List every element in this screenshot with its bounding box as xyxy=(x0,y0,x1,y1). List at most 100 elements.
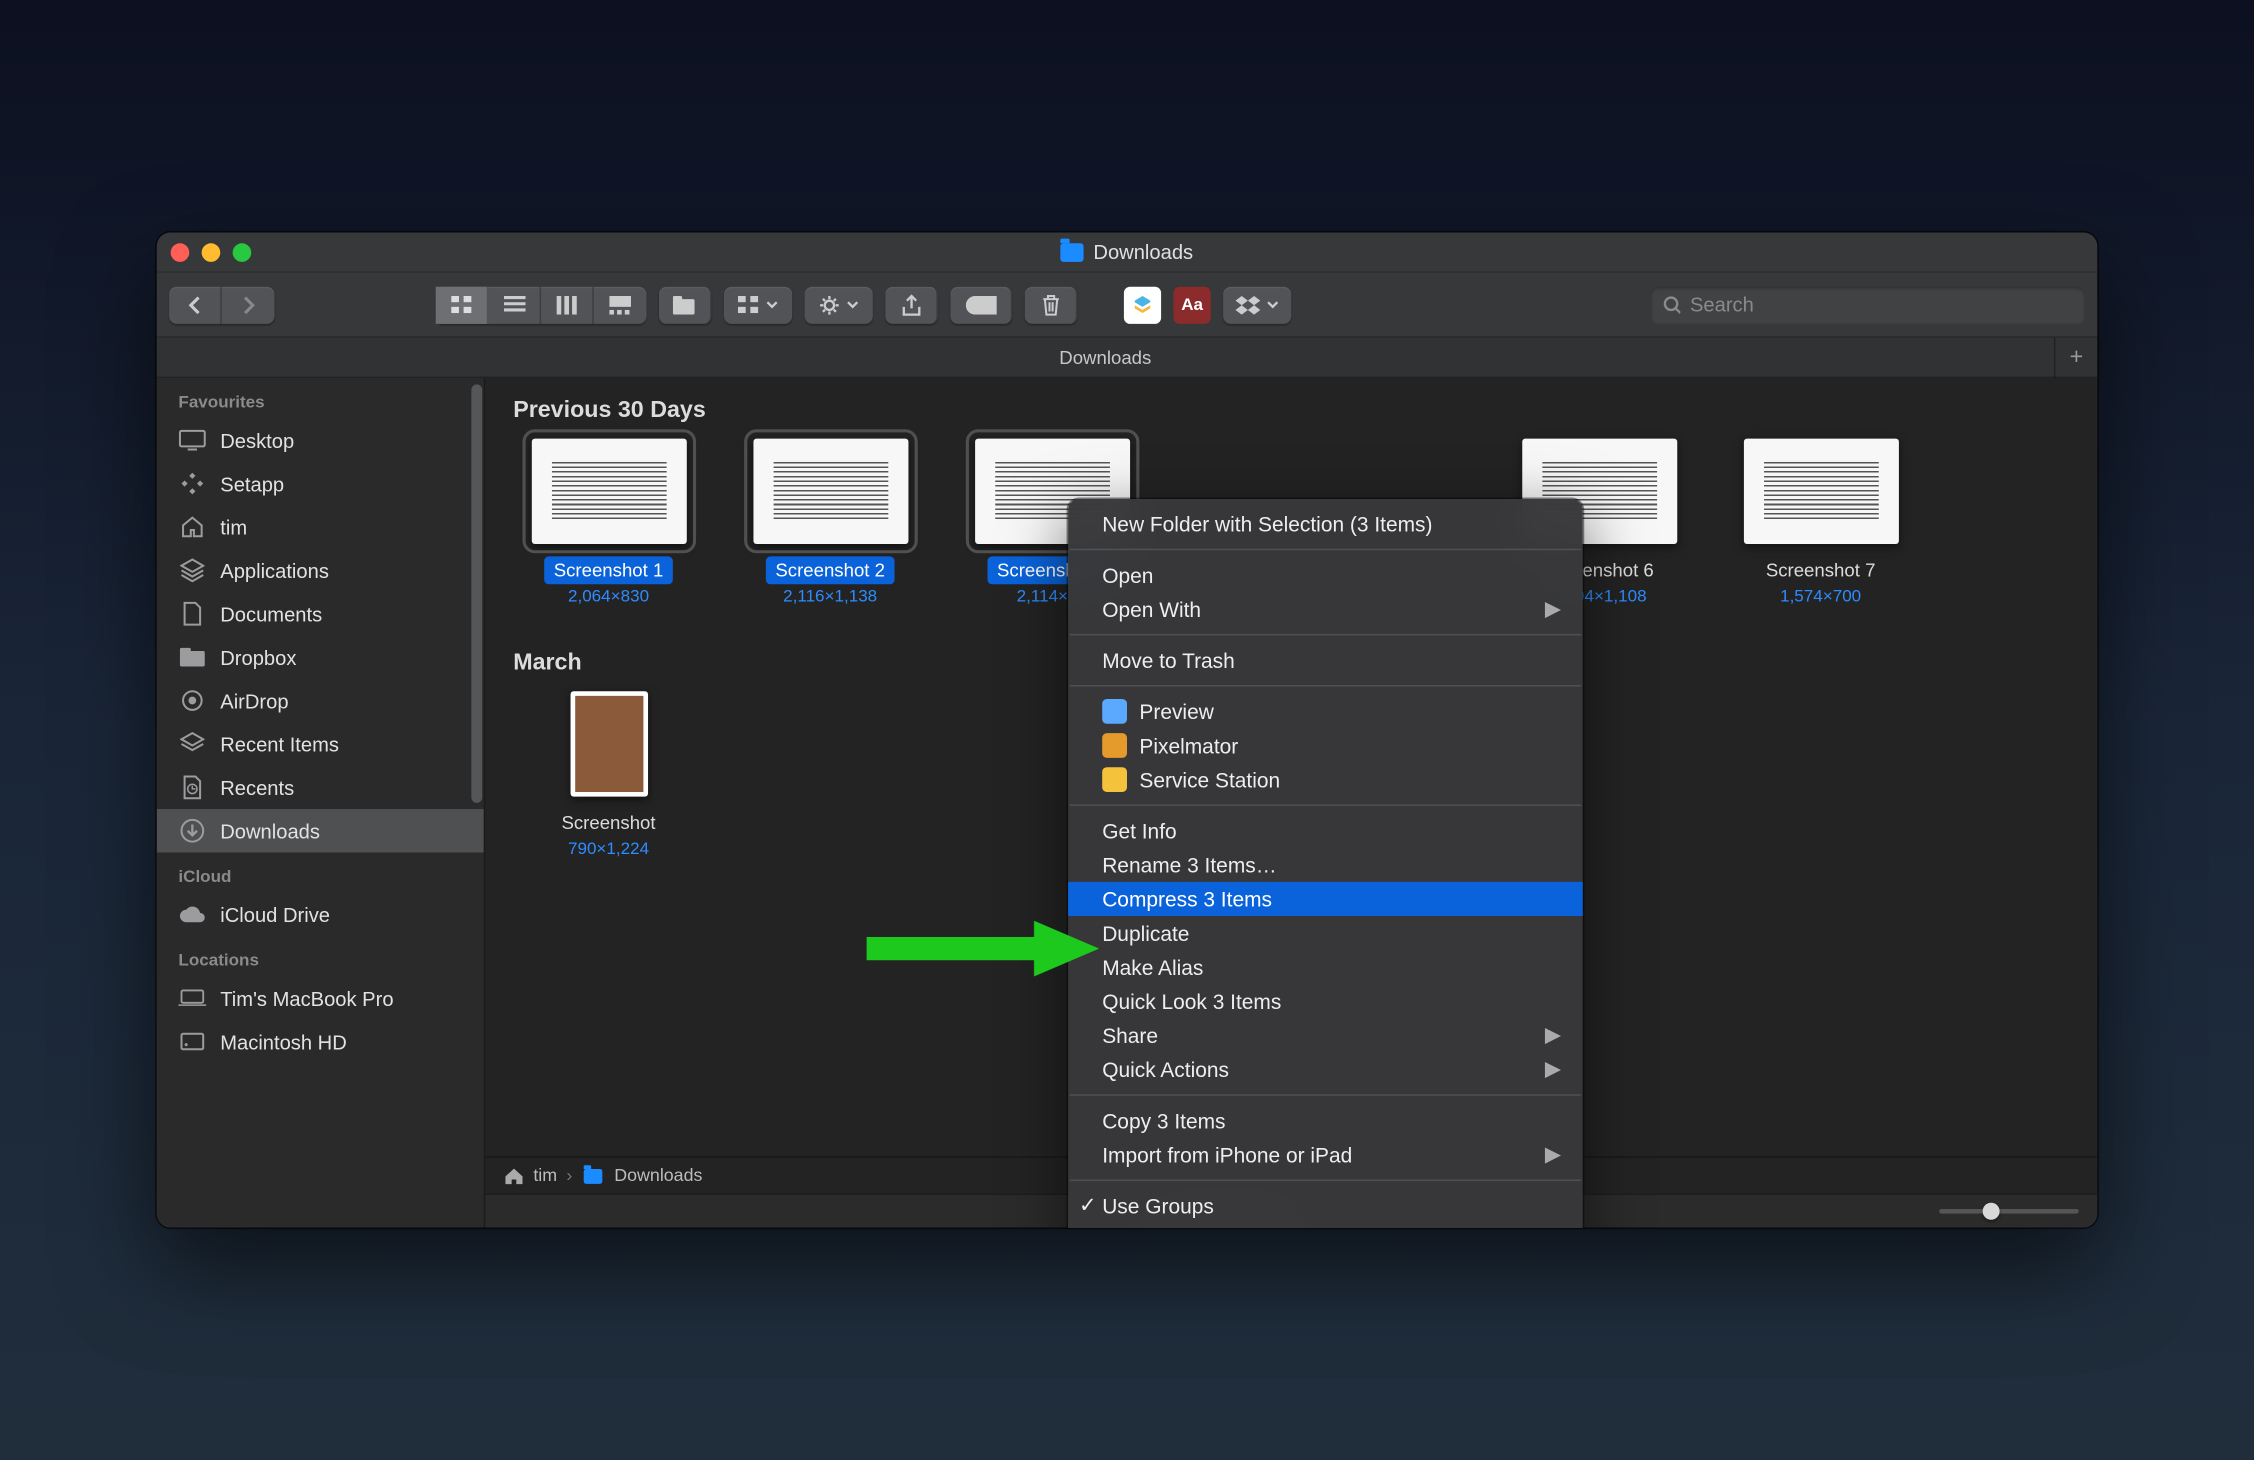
action-button[interactable] xyxy=(805,286,873,323)
sidebar-item-documents[interactable]: Documents xyxy=(157,592,484,635)
file-dimensions: 790×1,224 xyxy=(568,840,649,859)
sidebar-item-label: Setapp xyxy=(220,472,284,495)
gallery-view-button[interactable] xyxy=(594,286,647,323)
icon-view-button[interactable] xyxy=(436,286,489,323)
menu-item-group-by[interactable]: Group By▶ xyxy=(1068,1223,1583,1228)
sidebar-item-airdrop[interactable]: AirDrop xyxy=(157,679,484,722)
menu-item-label: Preview xyxy=(1139,700,1213,723)
search-icon xyxy=(1663,295,1680,314)
menu-item-quick-look-3-items[interactable]: Quick Look 3 Items xyxy=(1068,984,1583,1018)
file-item[interactable]: Screenshot790×1,224 xyxy=(513,691,704,858)
menu-item-rename-3-items-[interactable]: Rename 3 Items… xyxy=(1068,848,1583,882)
dropbox-button[interactable] xyxy=(1223,286,1291,323)
file-name: Screenshot 7 xyxy=(1757,556,1885,584)
menu-item-label: Rename 3 Items… xyxy=(1102,853,1276,876)
back-button[interactable] xyxy=(169,286,222,323)
sidebar-item-label: Recent Items xyxy=(220,732,339,755)
menu-item-compress-3-items[interactable]: Compress 3 Items xyxy=(1068,882,1583,916)
sidebar-icon xyxy=(178,471,206,496)
tags-button[interactable] xyxy=(950,286,1012,323)
trash-button[interactable] xyxy=(1025,286,1078,323)
list-view-button[interactable] xyxy=(488,286,541,323)
menu-item-duplicate[interactable]: Duplicate xyxy=(1068,916,1583,950)
sidebar-item-label: Downloads xyxy=(220,819,320,842)
tab-bar: Downloads + xyxy=(157,338,2098,378)
menu-item-label: Open xyxy=(1102,563,1153,586)
app-icon-2[interactable]: Aa xyxy=(1174,286,1211,323)
file-item[interactable]: Screenshot 22,116×1,138 xyxy=(735,439,926,606)
forward-button[interactable] xyxy=(222,286,275,323)
menu-item-new-folder-with-selection-3-items-[interactable]: New Folder with Selection (3 Items) xyxy=(1068,507,1583,541)
path-folder[interactable]: Downloads xyxy=(614,1166,702,1185)
menu-item-label: Import from iPhone or iPad xyxy=(1102,1143,1352,1166)
path-user[interactable]: tim xyxy=(533,1166,557,1185)
sidebar-item-tim-s-macbook-pro[interactable]: Tim's MacBook Pro xyxy=(157,976,484,1019)
title-bar[interactable]: Downloads xyxy=(157,232,2098,272)
sidebar-icon xyxy=(178,601,206,626)
section-title: Previous 30 Days xyxy=(485,378,2097,438)
file-thumbnail xyxy=(753,439,908,544)
sidebar-item-applications[interactable]: Applications xyxy=(157,549,484,592)
sidebar-item-recent-items[interactable]: Recent Items xyxy=(157,722,484,765)
menu-item-label: Open With xyxy=(1102,597,1201,620)
arrange-button[interactable] xyxy=(724,286,792,323)
sidebar-item-desktop[interactable]: Desktop xyxy=(157,418,484,461)
menu-item-label: Copy 3 Items xyxy=(1102,1109,1225,1132)
sidebar-item-label: Applications xyxy=(220,559,329,582)
toolbar: Aa xyxy=(157,273,2098,338)
share-button[interactable] xyxy=(885,286,938,323)
file-thumbnail xyxy=(531,439,686,544)
sidebar-item-downloads[interactable]: Downloads xyxy=(157,809,484,852)
menu-item-use-groups[interactable]: ✓Use Groups xyxy=(1068,1189,1583,1223)
menu-item-label: Share xyxy=(1102,1024,1158,1047)
menu-item-get-info[interactable]: Get Info xyxy=(1068,814,1583,848)
search-field[interactable] xyxy=(1651,286,2085,323)
menu-item-pixelmator[interactable]: Pixelmator xyxy=(1068,728,1583,762)
menu-item-open[interactable]: Open xyxy=(1068,558,1583,592)
sidebar-scrollbar[interactable] xyxy=(471,384,482,802)
sidebar-icon xyxy=(178,515,206,540)
menu-item-preview[interactable]: Preview xyxy=(1068,694,1583,728)
sidebar-icon xyxy=(178,688,206,713)
menu-item-label: Service Station xyxy=(1139,768,1280,791)
file-item[interactable]: Screenshot 12,064×830 xyxy=(513,439,704,606)
sidebar-item-recents[interactable]: Recents xyxy=(157,766,484,809)
menu-item-label: Pixelmator xyxy=(1139,734,1238,757)
menu-item-import-from-iphone-or-ipad[interactable]: Import from iPhone or iPad▶ xyxy=(1068,1138,1583,1172)
menu-item-quick-actions[interactable]: Quick Actions▶ xyxy=(1068,1052,1583,1086)
folder-icon xyxy=(584,1168,603,1183)
window-controls xyxy=(171,243,252,262)
menu-item-service-station[interactable]: Service Station xyxy=(1068,763,1583,797)
column-view-button[interactable] xyxy=(541,286,594,323)
menu-item-copy-3-items[interactable]: Copy 3 Items xyxy=(1068,1104,1583,1138)
sidebar-item-label: Desktop xyxy=(220,429,294,452)
sidebar-item-tim[interactable]: tim xyxy=(157,505,484,548)
minimize-window-button[interactable] xyxy=(202,243,221,262)
search-input[interactable] xyxy=(1690,293,2073,316)
menu-item-make-alias[interactable]: Make Alias xyxy=(1068,950,1583,984)
file-item[interactable]: Screenshot 7 1,574×700 xyxy=(1725,439,1916,606)
menu-item-label: Compress 3 Items xyxy=(1102,887,1272,910)
tab-downloads[interactable]: Downloads xyxy=(157,346,2054,368)
app-icon-1[interactable] xyxy=(1124,286,1161,323)
new-folder-button[interactable] xyxy=(659,286,712,323)
sidebar-item-dropbox[interactable]: Dropbox xyxy=(157,635,484,678)
nav-buttons xyxy=(169,286,274,323)
menu-item-label: New Folder with Selection (3 Items) xyxy=(1102,512,1432,535)
sidebar-item-setapp[interactable]: Setapp xyxy=(157,462,484,505)
sidebar-icon xyxy=(178,818,206,843)
menu-item-open-with[interactable]: Open With▶ xyxy=(1068,592,1583,626)
new-tab-button[interactable]: + xyxy=(2054,337,2097,377)
context-menu: New Folder with Selection (3 Items) Open O… xyxy=(1068,499,1583,1228)
sidebar-item-label: iCloud Drive xyxy=(220,903,330,926)
menu-item-label: Move to Trash xyxy=(1102,649,1235,672)
menu-item-icon xyxy=(1102,767,1127,792)
file-dimensions: 1,574×700 xyxy=(1780,587,1861,606)
close-window-button[interactable] xyxy=(171,243,190,262)
sidebar-item-macintosh-hd[interactable]: Macintosh HD xyxy=(157,1020,484,1063)
menu-item-share[interactable]: Share▶ xyxy=(1068,1018,1583,1052)
icon-size-slider[interactable] xyxy=(1939,1209,2079,1214)
fullscreen-window-button[interactable] xyxy=(233,243,252,262)
sidebar-item-icloud-drive[interactable]: iCloud Drive xyxy=(157,893,484,936)
menu-item-move-to-trash[interactable]: Move to Trash xyxy=(1068,643,1583,677)
